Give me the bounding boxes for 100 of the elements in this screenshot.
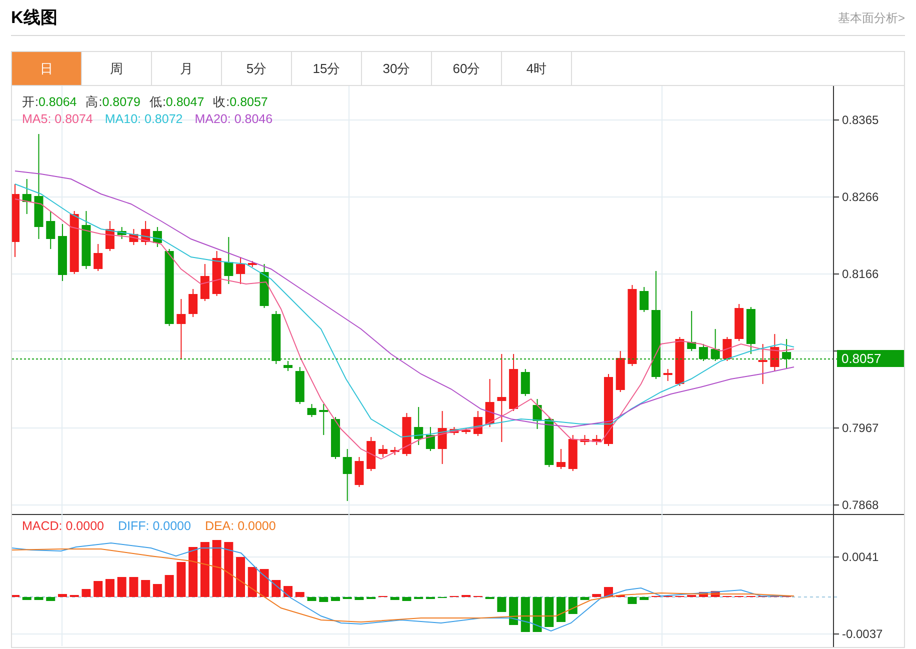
histogram-bar [129, 577, 138, 597]
ohlc-value: 0.8079 [102, 94, 140, 111]
histogram-bar [46, 597, 56, 601]
candlestick [200, 264, 210, 302]
candlestick [592, 434, 602, 446]
histogram-bar [272, 580, 281, 597]
candlestick [212, 250, 222, 296]
candlestick [616, 350, 625, 392]
candlestick [663, 368, 672, 382]
candlestick [248, 260, 257, 268]
price-axis-label: 0.8266 [842, 190, 880, 204]
ohlc-label: 高: [86, 94, 102, 111]
candlestick [746, 306, 756, 354]
candlestick [117, 226, 126, 240]
candlestick [640, 286, 649, 312]
candlestick [22, 178, 32, 214]
macd-legend-value: MACD: 0.0000 [22, 518, 104, 535]
macd-axis-label: -0.0037 [842, 627, 884, 641]
histogram-bar [200, 542, 210, 597]
candlestick [782, 338, 792, 370]
ohlc-label: 收: [213, 94, 230, 111]
candlestick [544, 416, 554, 468]
histogram-bar [188, 547, 198, 597]
candlestick [236, 256, 246, 284]
candlestick [295, 366, 304, 404]
histogram-bar [698, 592, 708, 597]
candlestick [141, 220, 150, 246]
candlestick [556, 448, 566, 470]
ohlc-label: 低: [149, 94, 166, 111]
histogram-bar [544, 597, 554, 627]
histogram-bar [592, 594, 602, 597]
histogram-bar [212, 540, 222, 597]
candlestick [366, 436, 376, 472]
histogram-bar [22, 597, 32, 600]
page-title: K线图 [11, 6, 58, 29]
histogram-bar [152, 584, 162, 597]
candlestick [46, 210, 56, 250]
ohlc-label: 开: [22, 94, 38, 111]
histogram-bar [236, 557, 246, 597]
candlestick [675, 336, 684, 386]
candlestick [70, 210, 79, 274]
price-axis-label: 0.7868 [842, 498, 880, 512]
moving-average-value: MA5: 0.8074 [22, 111, 93, 128]
histogram-bar [520, 597, 530, 632]
histogram-bar [248, 567, 257, 597]
candlestick [485, 378, 494, 428]
candlestick [414, 406, 424, 446]
candlestick [426, 426, 435, 452]
histogram-bar [295, 592, 304, 597]
candlestick [272, 310, 281, 364]
candlestick [532, 398, 542, 430]
candlestick [188, 288, 198, 318]
price-axis-label: 0.8365 [842, 113, 880, 127]
price-axis-label: 0.7967 [842, 421, 880, 435]
histogram-bar [307, 597, 316, 601]
moving-average-value: MA10: 0.8072 [104, 111, 183, 128]
histogram-bar [580, 597, 590, 600]
macd-legend-value: DIFF: 0.0000 [118, 518, 191, 535]
histogram-bar [402, 597, 412, 601]
candlestick [342, 448, 352, 502]
candlestick [770, 334, 780, 372]
candlestick [438, 410, 447, 464]
histogram-bar [284, 586, 292, 597]
candlestick [354, 456, 364, 488]
histogram-bar [354, 597, 364, 600]
candlestick [580, 434, 590, 446]
histogram-bar [176, 562, 186, 597]
candlestick [331, 416, 340, 460]
candlestick [687, 310, 696, 352]
histogram-bar [319, 597, 328, 602]
histogram-bar [105, 579, 114, 597]
candlestick [734, 304, 744, 342]
candlestick [319, 404, 328, 436]
candlestick [710, 328, 720, 362]
histogram-bar [532, 597, 542, 632]
histogram-bar [58, 594, 67, 597]
histogram-bar [82, 589, 91, 597]
histogram-bar [34, 597, 44, 600]
candlestick [390, 446, 400, 456]
candlestick [473, 410, 482, 436]
candlestick [58, 224, 67, 282]
histogram-bar [640, 597, 649, 600]
candlestick [450, 426, 459, 436]
histogram-bar [164, 575, 174, 597]
histogram-bar [117, 577, 126, 597]
histogram-bar [509, 597, 518, 625]
candlestick [378, 444, 388, 458]
histogram-bar [260, 569, 269, 597]
price-axis-label: 0.8166 [842, 267, 880, 281]
candlestick [307, 404, 316, 418]
candlestick [224, 236, 234, 284]
histogram-bar [628, 597, 637, 604]
ohlc-value: 0.8047 [166, 94, 204, 111]
candlestick [82, 210, 91, 270]
histogram-bar [224, 542, 234, 597]
histogram-bar [497, 597, 506, 612]
candlestick [698, 344, 708, 362]
histogram-bar [331, 597, 340, 601]
candlestick [284, 360, 292, 372]
candlestick [722, 336, 732, 362]
